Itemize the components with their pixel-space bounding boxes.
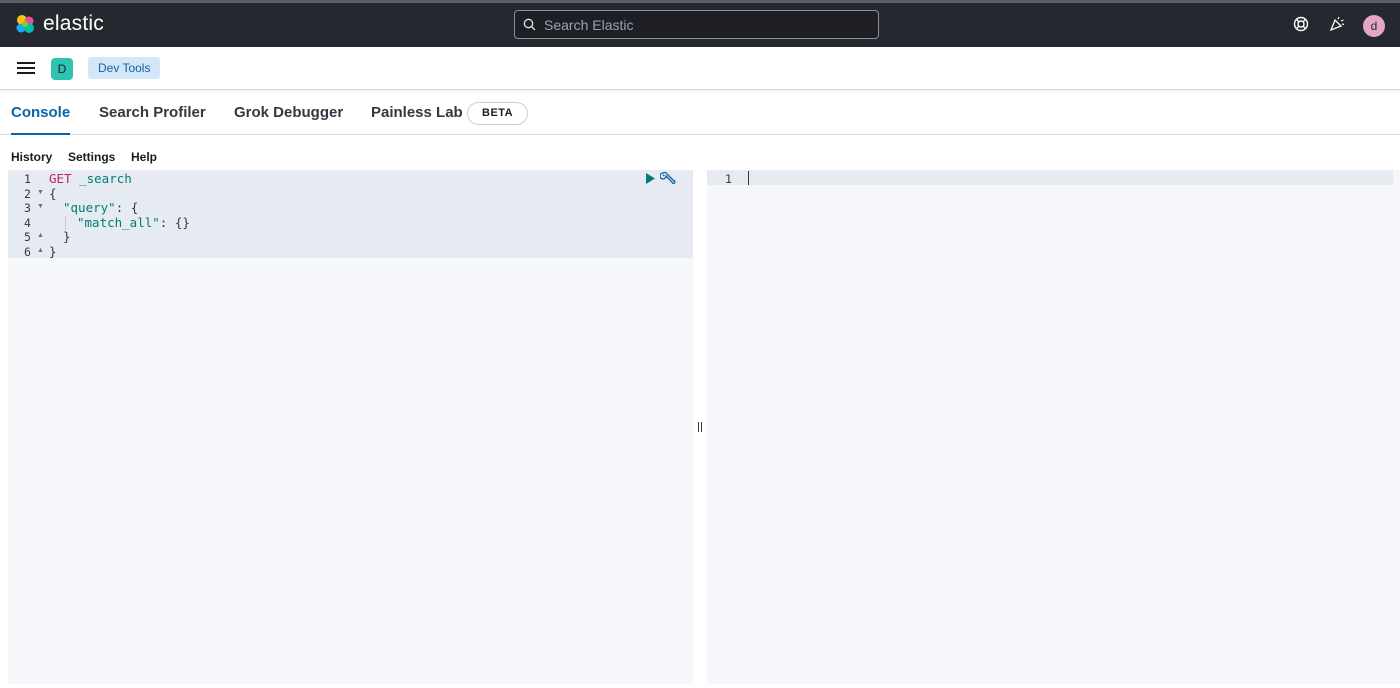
settings-menu[interactable]: Settings — [68, 150, 115, 164]
send-request-button[interactable] — [644, 172, 656, 185]
hamburger-icon — [17, 62, 35, 64]
menu-toggle-button[interactable] — [16, 59, 36, 77]
code-line-1: GET _search — [49, 171, 132, 186]
fold-close-icon[interactable]: ▲ — [37, 232, 44, 239]
text-cursor — [748, 171, 749, 185]
tab-grok-debugger[interactable]: Grok Debugger — [234, 91, 343, 135]
tab-painless-lab[interactable]: Painless Lab — [371, 91, 463, 135]
active-line-highlight — [707, 170, 1393, 185]
code-line-4: "match_all": {} — [77, 215, 190, 230]
line-number: 2 — [24, 187, 31, 201]
response-gutter — [707, 170, 745, 684]
json-punct: : { — [115, 200, 139, 215]
elastic-logo-icon — [16, 15, 34, 33]
play-icon — [646, 173, 655, 184]
user-avatar[interactable]: d — [1363, 15, 1385, 37]
search-icon — [523, 18, 536, 31]
breadcrumb: Dev Tools — [88, 57, 161, 79]
global-search[interactable] — [514, 10, 879, 39]
code-line-5: } — [63, 229, 71, 244]
line-number: 1 — [24, 172, 31, 186]
dev-tools-tabs: Console Search Profiler Grok Debugger Pa… — [0, 91, 1400, 135]
indent-guide — [65, 216, 66, 230]
hamburger-icon-line — [17, 67, 35, 69]
newsfeed-icon[interactable] — [1328, 15, 1346, 33]
history-menu[interactable]: History — [11, 150, 52, 164]
fold-close-icon[interactable]: ▲ — [37, 247, 44, 254]
panel-resize-handle[interactable] — [693, 170, 707, 684]
wrench-icon — [659, 171, 676, 184]
grip-icon — [698, 422, 702, 432]
tab-search-profiler[interactable]: Search Profiler — [99, 91, 206, 135]
response-editor[interactable]: 1 — [707, 170, 1400, 684]
app-header: D Dev Tools — [0, 47, 1400, 90]
line-number: 3 — [24, 201, 31, 215]
fold-open-icon[interactable]: ▼ — [37, 189, 44, 196]
beta-badge: BETA — [467, 102, 529, 125]
elastic-logo[interactable]: elastic — [14, 12, 104, 36]
line-number: 6 — [24, 245, 31, 259]
line-number: 1 — [725, 172, 732, 186]
global-header: elastic d — [0, 0, 1400, 47]
brand-name: elastic — [43, 12, 104, 35]
hamburger-icon-line — [17, 72, 35, 74]
json-punct: : {} — [159, 215, 190, 230]
request-options-button[interactable] — [659, 171, 676, 186]
fold-open-icon[interactable]: ▼ — [37, 203, 44, 210]
space-avatar[interactable]: D — [51, 58, 73, 80]
code-line-2: { — [49, 186, 57, 201]
help-icon[interactable] — [1292, 15, 1310, 33]
tab-console[interactable]: Console — [11, 91, 71, 135]
request-editor[interactable]: 1 2 3 4 5 6 ▼ ▼ ▲ ▲ GET _search { "query… — [8, 170, 693, 684]
line-number: 4 — [24, 216, 31, 230]
json-key-query: "query" — [63, 200, 116, 215]
json-key-match-all: "match_all" — [77, 215, 160, 230]
search-input[interactable] — [544, 16, 864, 33]
line-number: 5 — [24, 230, 31, 244]
request-method: GET — [49, 171, 72, 186]
code-line-3: "query": { — [63, 200, 138, 215]
request-path: _search — [79, 171, 132, 186]
code-line-6: } — [49, 244, 57, 259]
help-menu[interactable]: Help — [131, 150, 157, 164]
